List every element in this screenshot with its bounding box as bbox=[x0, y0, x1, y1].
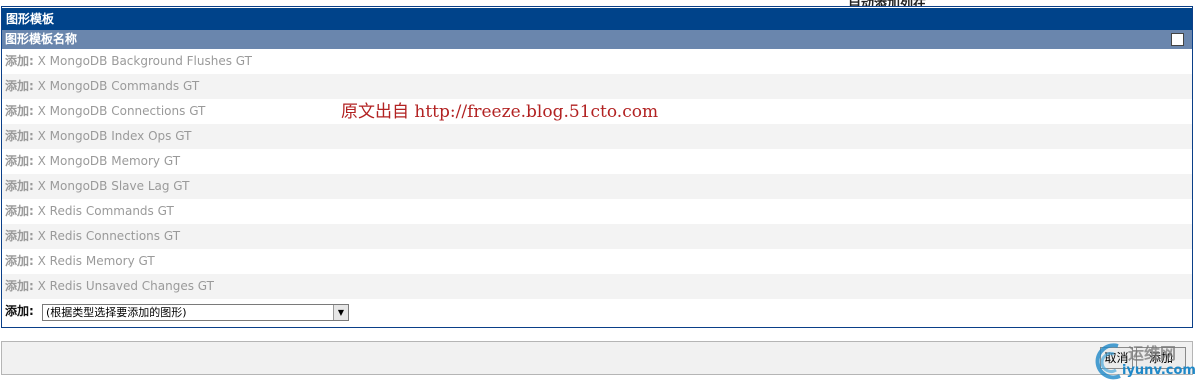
column-header-label: 图形模板名称 bbox=[5, 32, 78, 46]
template-row[interactable]: 添加: X Redis Commands GT bbox=[2, 199, 1192, 224]
graph-templates-panel: 图形模板 图形模板名称 添加: X MongoDB Background Flu… bbox=[1, 6, 1193, 328]
template-type-select[interactable]: (根据类型选择要添加的图形) ▼ bbox=[42, 304, 349, 321]
logo-swirl-icon bbox=[1095, 343, 1121, 380]
add-label: 添加: bbox=[5, 304, 34, 318]
template-list: 添加: X MongoDB Background Flushes GT 添加: … bbox=[2, 49, 1192, 299]
column-header: 图形模板名称 bbox=[2, 30, 1192, 49]
template-name: X MongoDB Background Flushes GT bbox=[37, 54, 252, 68]
template-name: X MongoDB Slave Lag GT bbox=[37, 179, 190, 193]
template-row[interactable]: 添加: X Redis Memory GT bbox=[2, 249, 1192, 274]
template-row[interactable]: 添加: X Redis Connections GT bbox=[2, 224, 1192, 249]
template-row[interactable]: 添加: X MongoDB Slave Lag GT bbox=[2, 174, 1192, 199]
select-value: (根据类型选择要添加的图形) bbox=[46, 306, 187, 319]
source-watermark: 原文出自 http://freeze.blog.51cto.com bbox=[341, 102, 659, 122]
select-all-checkbox[interactable] bbox=[1171, 33, 1184, 46]
add-prefix: 添加: bbox=[5, 129, 34, 143]
add-prefix: 添加: bbox=[5, 54, 34, 68]
logo-text-domain: iyunv.com bbox=[1122, 363, 1195, 378]
template-row[interactable]: 添加: X MongoDB Commands GT bbox=[2, 74, 1192, 99]
template-row[interactable]: 添加: X Redis Unsaved Changes GT bbox=[2, 274, 1192, 299]
template-row[interactable]: 添加: X MongoDB Index Ops GT bbox=[2, 124, 1192, 149]
template-row[interactable]: 添加: X MongoDB Background Flushes GT bbox=[2, 49, 1192, 74]
add-prefix: 添加: bbox=[5, 179, 34, 193]
template-name: X MongoDB Memory GT bbox=[37, 154, 181, 168]
template-name: X Redis Unsaved Changes GT bbox=[37, 279, 214, 293]
logo-text-cn: 运维网 bbox=[1128, 344, 1177, 363]
dropdown-arrow-icon[interactable]: ▼ bbox=[333, 305, 348, 320]
action-bar bbox=[1, 341, 1193, 375]
panel-title: 图形模板 bbox=[2, 8, 1192, 30]
add-prefix: 添加: bbox=[5, 204, 34, 218]
template-name: X MongoDB Index Ops GT bbox=[37, 129, 192, 143]
template-name: X Redis Memory GT bbox=[37, 254, 155, 268]
add-template-row: 添加: (根据类型选择要添加的图形) ▼ bbox=[2, 299, 1192, 324]
template-name: X Redis Commands GT bbox=[37, 204, 174, 218]
add-prefix: 添加: bbox=[5, 279, 34, 293]
site-logo: 运维网 iyunv.com bbox=[1094, 338, 1195, 386]
template-name: X Redis Connections GT bbox=[37, 229, 181, 243]
template-name: X MongoDB Commands GT bbox=[37, 79, 200, 93]
add-prefix: 添加: bbox=[5, 229, 34, 243]
template-name: X MongoDB Connections GT bbox=[37, 104, 206, 118]
template-row[interactable]: 添加: X MongoDB Memory GT bbox=[2, 149, 1192, 174]
add-prefix: 添加: bbox=[5, 254, 34, 268]
add-prefix: 添加: bbox=[5, 154, 34, 168]
add-prefix: 添加: bbox=[5, 79, 34, 93]
add-prefix: 添加: bbox=[5, 104, 34, 118]
